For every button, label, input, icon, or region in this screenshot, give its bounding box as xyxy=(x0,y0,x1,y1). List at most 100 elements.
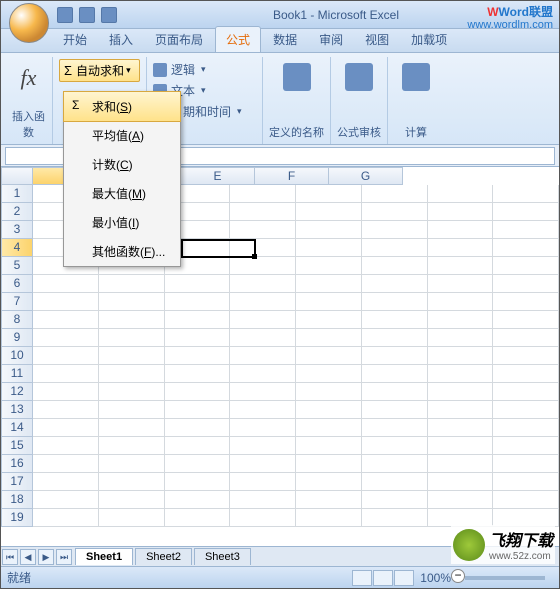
cell[interactable] xyxy=(428,473,494,491)
cell[interactable] xyxy=(165,401,231,419)
formula-audit-button[interactable] xyxy=(337,59,381,97)
chevron-down-icon[interactable]: ▾ xyxy=(126,65,131,76)
cell[interactable] xyxy=(99,365,165,383)
cell[interactable] xyxy=(428,419,494,437)
cell[interactable] xyxy=(428,221,494,239)
cell[interactable] xyxy=(362,347,428,365)
cell[interactable] xyxy=(230,491,296,509)
cell[interactable] xyxy=(296,257,362,275)
cell[interactable] xyxy=(493,257,559,275)
col-header-F[interactable]: F xyxy=(255,167,329,185)
cell[interactable] xyxy=(99,437,165,455)
cell[interactable] xyxy=(33,275,99,293)
view-pagebreak[interactable] xyxy=(394,570,414,586)
col-header-G[interactable]: G xyxy=(329,167,403,185)
row-header-17[interactable]: 17 xyxy=(1,473,33,491)
cell[interactable] xyxy=(99,419,165,437)
cell[interactable] xyxy=(428,347,494,365)
cell[interactable] xyxy=(165,383,231,401)
cell[interactable] xyxy=(362,437,428,455)
cell[interactable] xyxy=(165,491,231,509)
cell[interactable] xyxy=(99,473,165,491)
cell[interactable] xyxy=(296,383,362,401)
redo-icon[interactable] xyxy=(101,7,117,23)
nav-last[interactable]: ⏭ xyxy=(56,549,72,565)
cell[interactable] xyxy=(99,455,165,473)
cell[interactable] xyxy=(362,239,428,257)
cell[interactable] xyxy=(428,329,494,347)
cell[interactable] xyxy=(428,401,494,419)
cell[interactable] xyxy=(362,473,428,491)
fx-icon[interactable]: fx xyxy=(17,59,41,97)
cell[interactable] xyxy=(165,347,231,365)
cell[interactable] xyxy=(33,455,99,473)
autosum-button[interactable]: Σ 自动求和 ▾ xyxy=(59,59,140,82)
cell[interactable] xyxy=(493,455,559,473)
cell[interactable] xyxy=(230,347,296,365)
cell[interactable] xyxy=(428,365,494,383)
cell[interactable] xyxy=(230,185,296,203)
cell[interactable] xyxy=(99,401,165,419)
menu-item[interactable]: 平均值(A) xyxy=(64,121,180,150)
cell[interactable] xyxy=(230,383,296,401)
cell[interactable] xyxy=(165,311,231,329)
cell[interactable] xyxy=(493,419,559,437)
row-header-10[interactable]: 10 xyxy=(1,347,33,365)
zoom-slider[interactable] xyxy=(465,576,545,580)
cell[interactable] xyxy=(296,203,362,221)
cell[interactable] xyxy=(296,365,362,383)
cell[interactable] xyxy=(362,455,428,473)
tab-视图[interactable]: 视图 xyxy=(355,27,399,52)
office-button[interactable] xyxy=(9,3,49,43)
cell[interactable] xyxy=(296,509,362,527)
cell[interactable] xyxy=(33,509,99,527)
cell[interactable] xyxy=(165,419,231,437)
cell[interactable] xyxy=(33,347,99,365)
row-header-15[interactable]: 15 xyxy=(1,437,33,455)
cell[interactable] xyxy=(362,311,428,329)
cell[interactable] xyxy=(296,347,362,365)
cell[interactable] xyxy=(230,311,296,329)
cell[interactable] xyxy=(493,239,559,257)
cell[interactable] xyxy=(493,437,559,455)
cell[interactable] xyxy=(296,473,362,491)
tab-加载项[interactable]: 加载项 xyxy=(401,27,457,52)
undo-icon[interactable] xyxy=(79,7,95,23)
row-header-16[interactable]: 16 xyxy=(1,455,33,473)
row-header-1[interactable]: 1 xyxy=(1,185,33,203)
cell[interactable] xyxy=(362,329,428,347)
row-header-6[interactable]: 6 xyxy=(1,275,33,293)
cell[interactable] xyxy=(33,473,99,491)
save-icon[interactable] xyxy=(57,7,73,23)
cell[interactable] xyxy=(493,203,559,221)
row-header-9[interactable]: 9 xyxy=(1,329,33,347)
cell[interactable] xyxy=(230,203,296,221)
cell[interactable] xyxy=(296,293,362,311)
row-header-5[interactable]: 5 xyxy=(1,257,33,275)
cell[interactable] xyxy=(428,455,494,473)
cell[interactable] xyxy=(33,419,99,437)
cell[interactable] xyxy=(99,329,165,347)
cell[interactable] xyxy=(165,437,231,455)
cell[interactable] xyxy=(362,185,428,203)
row-header-3[interactable]: 3 xyxy=(1,221,33,239)
cell[interactable] xyxy=(428,491,494,509)
cell[interactable] xyxy=(99,293,165,311)
cell[interactable] xyxy=(296,491,362,509)
tab-数据[interactable]: 数据 xyxy=(263,27,307,52)
row-header-19[interactable]: 19 xyxy=(1,509,33,527)
sheet-tab-Sheet2[interactable]: Sheet2 xyxy=(135,548,192,565)
cell[interactable] xyxy=(362,383,428,401)
select-all-corner[interactable] xyxy=(1,167,33,185)
menu-item[interactable]: 最大值(M) xyxy=(64,179,180,208)
cell[interactable] xyxy=(362,509,428,527)
cell[interactable] xyxy=(428,275,494,293)
cell[interactable] xyxy=(33,383,99,401)
cell[interactable] xyxy=(33,401,99,419)
cell[interactable] xyxy=(230,275,296,293)
menu-item[interactable]: 最小值(I) xyxy=(64,208,180,237)
cell[interactable] xyxy=(428,437,494,455)
row-header-4[interactable]: 4 xyxy=(1,239,33,257)
cell[interactable] xyxy=(230,419,296,437)
cell[interactable] xyxy=(493,383,559,401)
